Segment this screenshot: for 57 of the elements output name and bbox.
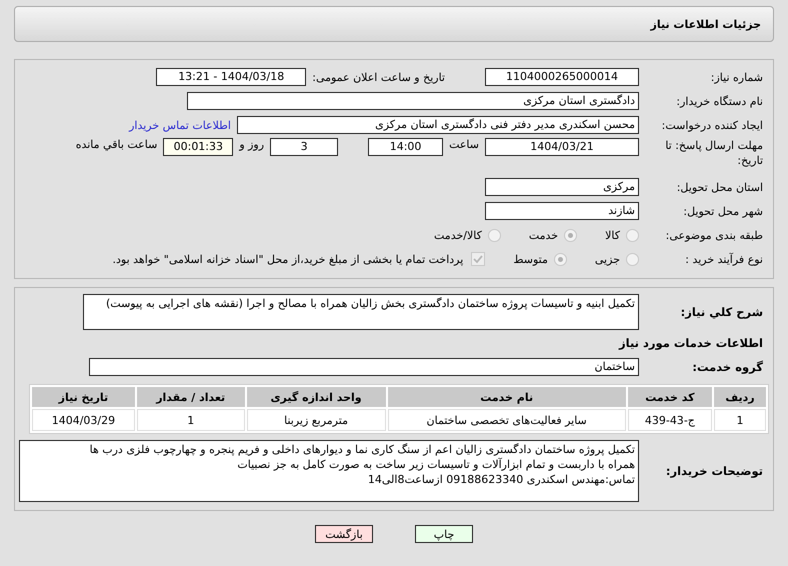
buyer-notes-textarea: تکمیل پروژه ساختمان دادگستری زالیان اعم از سنگ کاری نما و دیوارهای داخلی و فریم پنجره و چهارچوب فلزی درب ها همراه با داربست و تمام ابزارآلات و تاسیسات زیر ساخت به صورت کامل به جز نصبیات تماس:مهندس اسکندری 09188623340 ازساعت8الی14 — [19, 440, 639, 502]
radio-button[interactable] — [554, 252, 567, 266]
time-label: ساعت — [448, 138, 480, 151]
radio-label: کالا/خدمت — [434, 228, 482, 242]
column-header: کد خدمت — [628, 387, 712, 407]
table-cell: سایر فعالیت‌های تخصصی ساختمان — [388, 409, 626, 431]
page-title: جزئیات اطلاعات نیاز — [650, 18, 761, 30]
radio-button[interactable] — [626, 252, 639, 266]
remaining-time-field: 00:01:33 — [163, 138, 234, 156]
deadline-date-field: 1404/03/21 — [485, 138, 639, 156]
field-label: تاریخ و ساعت اعلان عمومی: — [311, 70, 446, 84]
section-heading: اطلاعات خدمات مورد نیاز — [619, 336, 764, 350]
field-label: ایجاد کننده درخواست: — [660, 118, 764, 132]
requester-field: محسن اسکندری مدیر دفتر فنی دادگستری استان مرکزی — [237, 116, 639, 134]
table-cell: 1 — [136, 409, 245, 431]
field-label: توضیحات خریدار: — [664, 464, 764, 478]
field-label: طبقه بندی موضوعی: — [664, 228, 764, 242]
summary-textarea: تکمیل ابنیه و تاسیسات پروژه ساختمان دادگستری بخش زالیان همراه با مصالح و اجرا (نقشه های اجرایی به پیوست) — [83, 294, 639, 330]
city-field: شازند — [485, 202, 639, 220]
buyer-field: دادگستری استان مرکزی — [187, 92, 639, 110]
radio-label: خدمت — [528, 228, 558, 242]
field-label: نام دستگاه خریدار: — [675, 94, 764, 108]
radio-button[interactable] — [488, 228, 501, 242]
field-label: گروه خدمت: — [691, 360, 764, 374]
column-header: ردیف — [714, 387, 766, 407]
announce-date-field: 1404/03/18 - 13:21 — [156, 68, 306, 86]
radio-button[interactable] — [626, 228, 639, 242]
field-label: نوع فرآیند خرید : — [684, 252, 764, 266]
column-header: تعداد / مقدار — [136, 387, 245, 407]
radio-label: کالا — [605, 228, 620, 242]
table-cell: 1 — [714, 409, 766, 431]
radio-button[interactable] — [564, 228, 578, 242]
table-cell: مترمربع زیربنا — [246, 409, 386, 431]
table-cell: 1404/03/29 — [32, 409, 135, 431]
column-header: واحد اندازه گیری — [246, 387, 386, 407]
service-group-field: ساختمان — [89, 358, 639, 376]
remaining-label: ساعت باقي مانده — [74, 138, 158, 151]
need-number-field: 1104000265000014 — [485, 68, 639, 86]
field-label: شماره نیاز: — [710, 70, 764, 84]
column-header: تاریخ نیاز — [32, 387, 135, 407]
days-field: 3 — [270, 138, 338, 156]
field-label: شرح کلي نياز: — [680, 305, 764, 319]
buyer-contact-link[interactable]: اطلاعات تماس خریدار — [129, 118, 231, 132]
radio-label: متوسط — [513, 252, 548, 266]
print-button[interactable]: چاپ — [415, 525, 473, 543]
province-field: مرکزی — [485, 178, 639, 196]
days-label: روز و — [238, 138, 266, 151]
back-button[interactable]: بازگشت — [315, 525, 373, 543]
field-label: استان محل تحویل: — [676, 180, 764, 194]
field-label: شهر محل تحویل: — [682, 204, 764, 218]
checkbox[interactable] — [471, 252, 486, 266]
table-cell: ج-43-439 — [628, 409, 712, 431]
column-header: نام خدمت — [388, 387, 626, 407]
radio-label: جزیی — [594, 252, 620, 266]
deadline-time-field: 14:00 — [368, 138, 444, 156]
checkbox-label: پرداخت تمام یا بخشی از مبلغ خرید،از محل "اسناد خزانه اسلامی" خواهد بود. — [112, 252, 464, 266]
field-label: مهلت ارسال پاسخ: تا تاریخ: — [664, 138, 764, 168]
